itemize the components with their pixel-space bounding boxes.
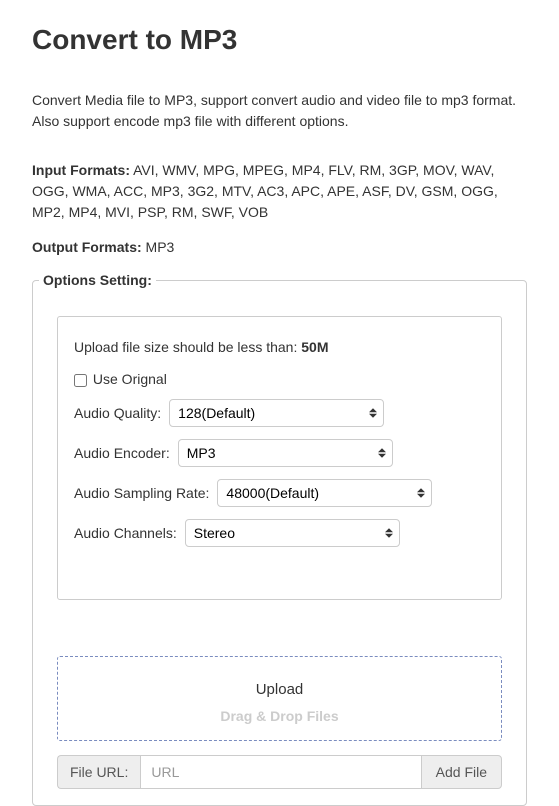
- options-fieldset: Options Setting: Upload file size should…: [32, 272, 527, 806]
- use-original-checkbox[interactable]: [74, 374, 87, 387]
- use-original-label: Use Orignal: [93, 371, 167, 387]
- output-formats-value: MP3: [142, 239, 175, 255]
- input-formats-label: Input Formats:: [32, 162, 130, 178]
- add-file-button[interactable]: Add File: [421, 755, 502, 789]
- upload-size-value: 50M: [301, 339, 328, 355]
- page-description: Convert Media file to MP3, support conve…: [32, 90, 527, 132]
- upload-title: Upload: [58, 681, 501, 698]
- audio-channels-label: Audio Channels:: [74, 525, 177, 541]
- file-url-label: File URL:: [57, 755, 140, 789]
- output-formats-label: Output Formats:: [32, 239, 142, 255]
- audio-quality-label: Audio Quality:: [74, 405, 161, 421]
- options-legend: Options Setting:: [39, 272, 156, 288]
- output-formats-line: Output Formats: MP3: [32, 237, 527, 258]
- page-title: Convert to MP3: [32, 24, 527, 56]
- input-formats-line: Input Formats: AVI, WMV, MPG, MPEG, MP4,…: [32, 160, 527, 223]
- upload-size-note: Upload file size should be less than: 50…: [74, 339, 485, 355]
- use-original-label-wrap[interactable]: Use Orignal: [74, 371, 167, 387]
- audio-sampling-select[interactable]: 48000(Default): [217, 479, 432, 507]
- options-inner-box: Upload file size should be less than: 50…: [57, 316, 502, 600]
- audio-encoder-select[interactable]: MP3: [178, 439, 393, 467]
- drag-drop-text: Drag & Drop Files: [58, 708, 501, 724]
- audio-quality-select[interactable]: 128(Default): [169, 399, 384, 427]
- upload-dropzone[interactable]: Upload Drag & Drop Files: [57, 656, 502, 741]
- audio-channels-select[interactable]: Stereo: [185, 519, 400, 547]
- file-url-input[interactable]: [140, 755, 420, 789]
- audio-sampling-label: Audio Sampling Rate:: [74, 485, 209, 501]
- audio-encoder-label: Audio Encoder:: [74, 445, 170, 461]
- upload-size-prefix: Upload file size should be less than:: [74, 339, 301, 355]
